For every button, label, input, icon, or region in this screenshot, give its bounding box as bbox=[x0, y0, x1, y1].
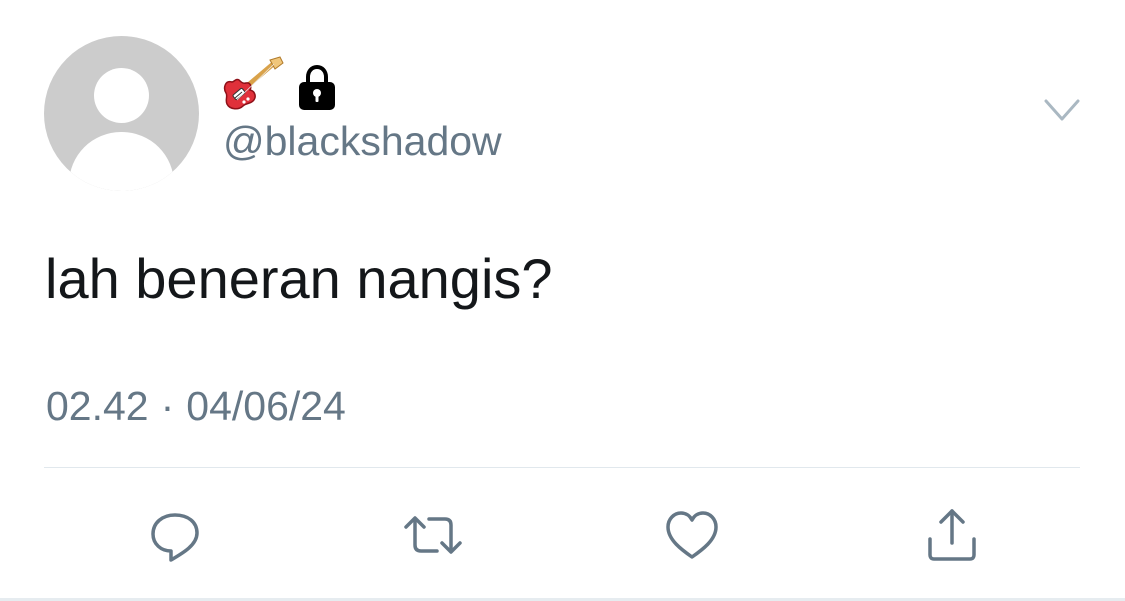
share-button[interactable] bbox=[917, 500, 987, 570]
lock-icon bbox=[299, 64, 335, 110]
tweet-timestamp: 02.42 · 04/06/24 bbox=[46, 382, 346, 430]
heart-icon bbox=[666, 511, 718, 559]
like-button[interactable] bbox=[657, 500, 727, 570]
avatar-head-shape bbox=[94, 68, 149, 123]
avatar[interactable] bbox=[44, 36, 199, 191]
display-name[interactable] bbox=[222, 56, 338, 112]
avatar-body-shape bbox=[69, 132, 174, 191]
user-handle[interactable]: @blackshadow bbox=[223, 117, 502, 165]
tweet-time: 02.42 bbox=[46, 383, 149, 429]
tweet-date: 04/06/24 bbox=[186, 383, 346, 429]
tweet-text: lah beneran nangis? bbox=[45, 247, 553, 310]
reply-button[interactable] bbox=[140, 500, 210, 570]
reply-icon bbox=[151, 513, 199, 562]
tweet-card: @blackshadow lah beneran nangis? 02.42 · 0… bbox=[0, 0, 1125, 601]
guitar-icon bbox=[223, 56, 284, 110]
tweet-actions bbox=[0, 500, 1125, 570]
retweet-icon bbox=[404, 516, 462, 554]
timestamp-separator: · bbox=[160, 383, 175, 429]
share-icon bbox=[928, 509, 976, 561]
chevron-down-icon[interactable] bbox=[1044, 97, 1080, 123]
retweet-button[interactable] bbox=[398, 500, 468, 570]
divider bbox=[44, 467, 1080, 468]
